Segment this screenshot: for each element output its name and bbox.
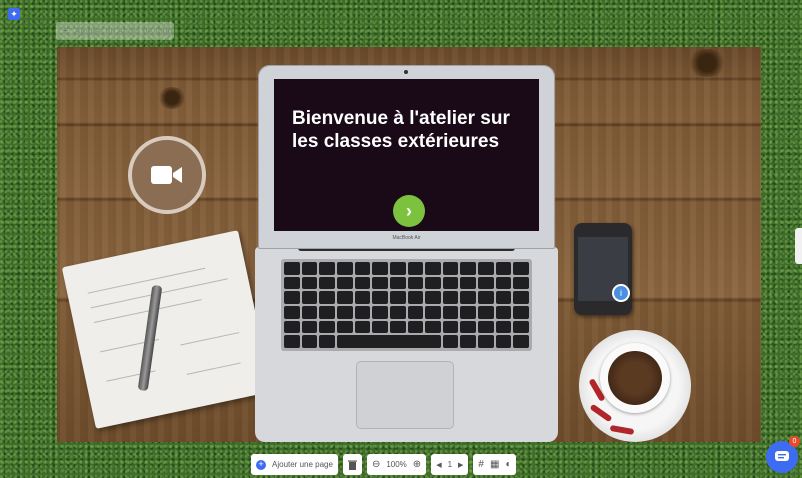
add-background-audio-label: Ajouter un audio de fond [74,26,173,36]
chat-notification-badge: 0 [789,436,800,447]
zoom-level: 100% [386,460,407,469]
delete-page-button[interactable] [342,454,362,475]
zoom-out-icon[interactable]: ⊖ [372,459,380,470]
laptop-lid: Bienvenue à l'atelier sur les classes ex… [258,65,555,249]
next-page-icon[interactable]: ▶ [458,461,463,469]
video-play-button[interactable] [128,136,206,214]
coffee-image [608,351,662,405]
slide-title[interactable]: Bienvenue à l'atelier sur les classes ex… [292,107,532,153]
layout-icon[interactable]: ▦ [490,459,499,470]
slide-canvas[interactable]: Bienvenue à l'atelier sur les classes ex… [57,47,761,442]
laptop-brand-label: MacBook Air [392,235,421,241]
bottom-toolbar: + Ajouter une page ⊖ 100% ⊕ ◀ 1 ▶ # ▦ ◐ [251,454,517,475]
plus-circle-icon: + [256,459,266,470]
chat-icon [775,451,789,461]
zoom-in-icon[interactable]: ⊕ [413,459,421,470]
zoom-controls: ⊖ 100% ⊕ [366,454,427,475]
laptop-screen: Bienvenue à l'atelier sur les classes ex… [274,79,539,231]
app-badge-icon[interactable]: ✦ [8,8,20,20]
wood-knot [157,87,187,109]
view-options: # ▦ ◐ [473,454,517,475]
plus-icon: + [62,25,69,37]
trash-icon [347,460,357,470]
webcam-dot [404,70,408,74]
previous-page-icon[interactable]: ◀ [436,461,441,469]
info-hotspot-label: i [620,288,622,298]
video-camera-icon [151,166,182,184]
grid-icon[interactable]: # [478,459,484,470]
add-background-audio-button[interactable]: + Ajouter un audio de fond [56,22,174,40]
trackpad [356,361,454,429]
side-panel-toggle[interactable] [795,228,802,264]
page-navigation: ◀ 1 ▶ [431,454,469,475]
keyboard [281,259,532,351]
info-hotspot-icon[interactable]: i [612,284,630,302]
theme-icon[interactable]: ◐ [505,459,511,470]
chevron-right-icon: › [406,200,412,221]
laptop-base [255,247,558,442]
wood-knot [687,49,727,77]
add-page-button[interactable]: + Ajouter une page [251,454,338,475]
page-counter: 1 [447,460,453,469]
next-button[interactable]: › [393,195,425,227]
add-page-label: Ajouter une page [272,460,333,469]
